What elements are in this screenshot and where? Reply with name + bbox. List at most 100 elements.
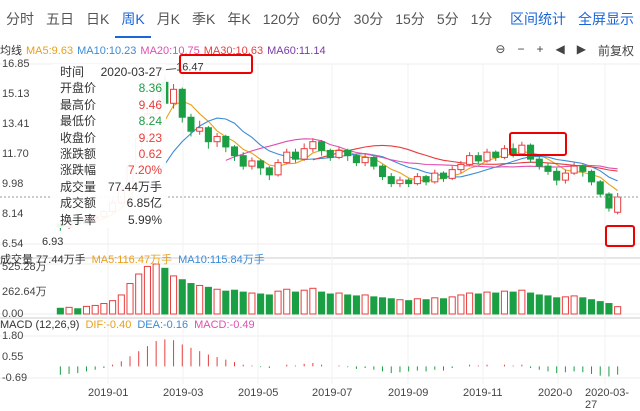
price-tick: 13.41 — [2, 118, 30, 130]
tooltip-value: 0.62 — [138, 147, 162, 162]
volume-bar — [570, 295, 578, 315]
volume-bar — [300, 289, 308, 315]
volume-bar — [143, 265, 151, 315]
macd-tick: 1.80 — [2, 330, 24, 342]
tooltip-value: 8.36 — [138, 81, 162, 96]
tooltip-key: 收盘价 — [60, 130, 97, 145]
legend-item: MACD (12,26,9) — [0, 319, 80, 331]
volume-bar — [527, 292, 535, 315]
date-tick: 2019-01 — [88, 387, 129, 399]
candle-body — [422, 176, 430, 183]
candle-body — [431, 172, 439, 183]
volume-bar — [492, 292, 500, 315]
volume-bar — [187, 283, 195, 315]
candle-body — [614, 196, 622, 213]
volume-bar — [596, 301, 604, 315]
volume-bar — [413, 298, 421, 315]
tooltip-row: 涨跌幅 7.20% — [52, 162, 166, 178]
volume-bar — [117, 294, 125, 315]
candle-body — [378, 165, 387, 178]
tooltip-key: 涨跌额 — [60, 147, 97, 162]
candle-body — [335, 149, 343, 158]
candle-body — [370, 156, 378, 167]
volume-bar — [196, 284, 204, 315]
tooltip-key: 最高价 — [60, 97, 97, 112]
volume-bar — [448, 296, 456, 315]
price-tick: 15.13 — [2, 88, 30, 100]
volume-bar — [161, 267, 169, 315]
volume-bar — [326, 293, 334, 315]
candle-body — [230, 146, 239, 157]
candle-body — [439, 172, 448, 179]
candle-body — [239, 155, 247, 167]
candle-body — [178, 88, 186, 118]
volume-bar — [605, 303, 613, 315]
candle-body — [492, 151, 500, 158]
legend-item: 成交量 77.44万手 — [0, 254, 86, 266]
volume-bar — [544, 295, 552, 315]
tooltip-row: 涨跌额 0.62 — [52, 146, 166, 162]
volume-bar — [387, 298, 395, 315]
candle-body — [204, 127, 212, 143]
volume-bar — [318, 291, 326, 315]
volume-bar — [579, 297, 587, 315]
volume-bar — [56, 307, 64, 315]
legend-item: MA10:115.84万手 — [178, 254, 265, 266]
candle-body — [187, 116, 195, 132]
volume-bar — [239, 291, 247, 315]
volume-bar — [100, 303, 108, 315]
candle-body — [213, 135, 221, 143]
candle-body — [248, 160, 256, 167]
tooltip-row: 换手率 5.99% — [52, 212, 166, 228]
tooltip-row: 最低价 8.24 — [52, 113, 166, 129]
volume-bar — [248, 292, 256, 315]
tooltip-row: 成交额 6.85亿 — [52, 195, 166, 211]
volume-bar — [126, 283, 134, 315]
volume-bar — [257, 293, 265, 315]
candle-body — [570, 165, 578, 174]
candle-body — [466, 155, 474, 165]
tooltip-key: 成交量 — [60, 179, 97, 194]
volume-bar — [396, 299, 404, 315]
candle-body — [352, 155, 360, 164]
candle-body — [579, 165, 587, 172]
candle-body — [553, 170, 561, 181]
candle-body — [170, 88, 178, 104]
candle-body — [474, 155, 482, 162]
candle-body — [596, 181, 604, 195]
candle-body — [344, 149, 352, 157]
candle-body — [509, 148, 517, 155]
candle-body — [483, 151, 491, 162]
candle-body — [448, 169, 456, 179]
tooltip-row: 时间 2020-03-27 — [52, 64, 166, 80]
candle-body — [457, 163, 465, 171]
volume-bar — [518, 289, 526, 315]
highlight-box — [605, 225, 635, 247]
volume-bar — [509, 291, 517, 315]
candle-body — [361, 156, 369, 164]
tooltip-row: 开盘价 8.36 — [52, 80, 166, 96]
volume-legend: 成交量 77.44万手 MA5:116.47万手 MA10:115.84万手 — [0, 251, 271, 267]
volume-tick: 262.64万 — [2, 286, 47, 298]
candle-body — [518, 144, 526, 155]
macd-legend: MACD (12,26,9) DIF:-0.40 DEA:-0.16 MACD:-0.… — [0, 319, 261, 331]
candle-body — [291, 151, 300, 160]
date-tick: 2019-09 — [388, 387, 429, 399]
candle-body — [535, 158, 543, 167]
volume-bar — [553, 297, 561, 315]
low-label: 6.93 — [42, 236, 63, 248]
volume-bar — [483, 291, 491, 315]
tooltip-value: 2020-03-27 — [100, 65, 162, 79]
candle-body — [413, 176, 421, 185]
tooltip-key: 换手率 — [60, 212, 97, 227]
volume-bar — [352, 295, 360, 315]
volume-bar — [109, 300, 117, 315]
candle-body — [257, 160, 265, 169]
tooltip-row: 收盘价 9.23 — [52, 130, 166, 146]
volume-bar — [152, 263, 160, 315]
candle-body — [196, 127, 204, 132]
volume-bar — [405, 300, 413, 315]
volume-bar — [344, 294, 352, 315]
price-tick: 6.54 — [2, 238, 24, 250]
volume-bar — [74, 308, 82, 315]
